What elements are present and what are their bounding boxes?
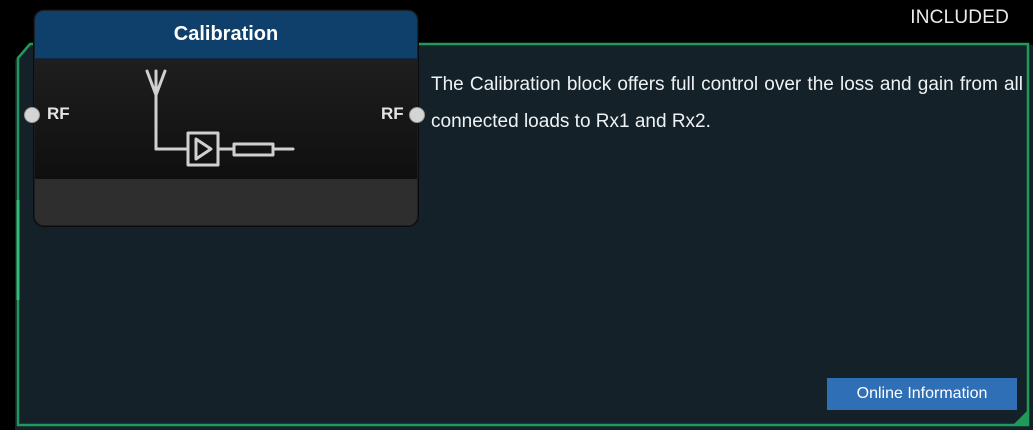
- rf-output-label: RF: [381, 104, 404, 123]
- node-title: Calibration: [35, 11, 417, 59]
- block-description: The Calibration block offers full contro…: [431, 74, 1023, 132]
- calibration-info-card: INCLUDED The Calibration block offers fu…: [0, 0, 1033, 430]
- online-information-button[interactable]: Online Information: [827, 378, 1017, 410]
- included-badge: INCLUDED: [910, 7, 1009, 28]
- antenna-amplifier-icon: [143, 69, 313, 184]
- node-body: [35, 59, 417, 179]
- calibration-node[interactable]: Calibration: [34, 10, 418, 226]
- rf-output-port[interactable]: [409, 107, 425, 123]
- rf-input-port[interactable]: [24, 107, 40, 123]
- node-footer: [35, 179, 417, 225]
- rf-input-label: RF: [47, 104, 70, 123]
